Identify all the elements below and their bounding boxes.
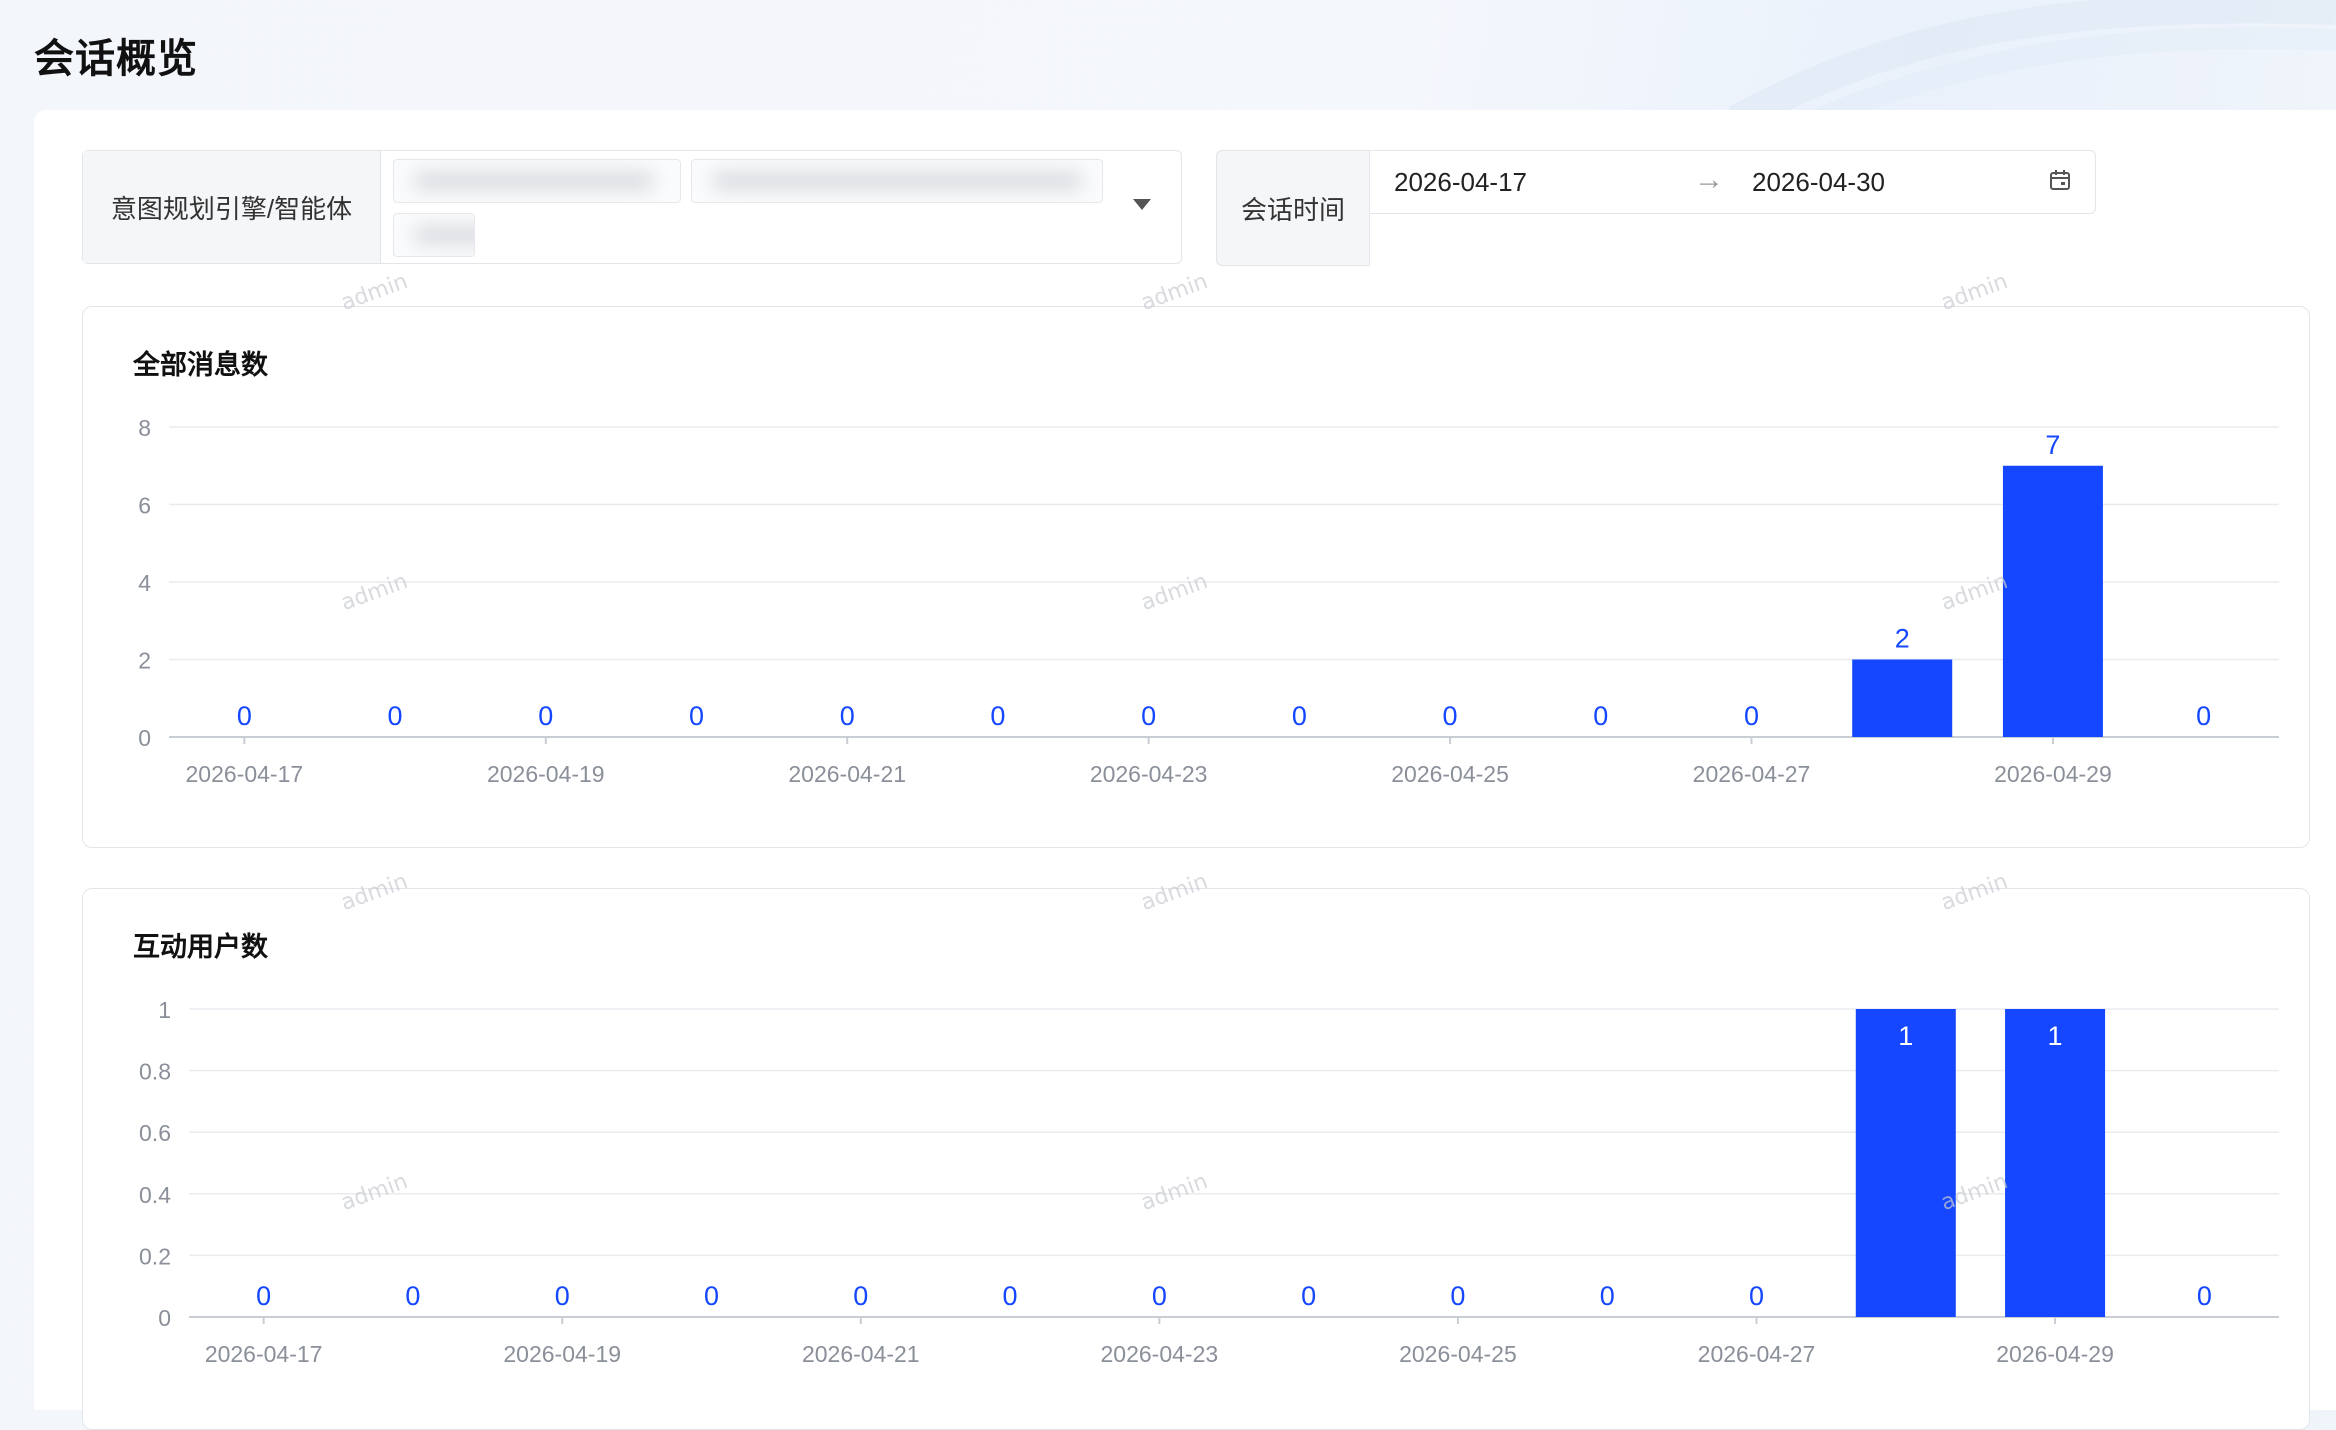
x-tick-label: 2026-04-17: [186, 761, 304, 787]
y-tick-label: 0.4: [139, 1182, 171, 1208]
agent-filter-label: 意图规划引擎/智能体: [83, 151, 381, 263]
y-tick-label: 4: [138, 570, 151, 596]
bar: [1855, 1009, 1956, 1317]
data-label: 0: [1152, 1281, 1167, 1311]
data-label: 0: [388, 701, 403, 731]
x-tick-label: 2026-04-27: [1693, 761, 1811, 787]
agent-filter: 意图规划引擎/智能体: [82, 150, 1182, 264]
data-label: 0: [2197, 1281, 2212, 1311]
y-tick-label: 8: [138, 415, 151, 441]
header-decoration: [1728, 0, 2336, 120]
bar: [2005, 1009, 2106, 1317]
date-range-picker[interactable]: 2026-04-17 → 2026-04-30: [1370, 150, 2096, 214]
range-arrow: →: [1694, 163, 1724, 196]
chart-svg: 0 0.2 0.4 0.6 0.8 1 0 2026-04-17 0 0 2026-04-19 0 0 2…: [139, 997, 2279, 1367]
page-title: 会话概览: [34, 37, 198, 81]
agent-select[interactable]: [381, 151, 1181, 263]
agent-chip[interactable]: [393, 159, 681, 203]
chevron-down-icon[interactable]: [1133, 199, 1151, 210]
y-tick-label: 0.2: [139, 1243, 171, 1269]
data-label: 0: [1292, 701, 1307, 731]
x-tick-label: 2026-04-19: [487, 761, 605, 787]
data-label: 0: [1593, 701, 1608, 731]
data-label: 0: [990, 701, 1005, 731]
data-label: 0: [1744, 701, 1759, 731]
data-label: 0: [1141, 701, 1156, 731]
bar: [2002, 465, 2103, 737]
y-tick-label: 6: [138, 493, 151, 519]
data-label: 1: [1898, 1021, 1913, 1051]
y-tick-label: 2: [138, 648, 151, 674]
data-label: 0: [689, 701, 704, 731]
data-label: 0: [1749, 1281, 1764, 1311]
data-label: 0: [538, 701, 553, 731]
x-tick-label: 2026-04-25: [1391, 761, 1509, 787]
data-label: 0: [840, 701, 855, 731]
x-tick-label: 2026-04-19: [503, 1341, 621, 1367]
x-tick-label: 2026-04-23: [1090, 761, 1208, 787]
y-tick-label: 0: [158, 1305, 171, 1331]
x-tick-label: 2026-04-29: [1994, 761, 2112, 787]
data-label: 0: [1443, 701, 1458, 731]
data-label: 7: [2045, 430, 2060, 460]
data-label: 0: [405, 1281, 420, 1311]
interactive-users-chart: 互动用户数 0 0.2 0.4 0.6 0.8 1 0 2026-04-17 0 0 2026-04…: [82, 888, 2310, 1430]
y-tick-label: 0.6: [139, 1120, 171, 1146]
time-filter: 会话时间 2026-04-17 → 2026-04-30: [1216, 150, 2096, 266]
x-tick-label: 2026-04-29: [1996, 1341, 2114, 1367]
data-label: 1: [2048, 1021, 2063, 1051]
y-tick-label: 1: [158, 997, 171, 1023]
start-date[interactable]: 2026-04-17: [1394, 167, 1527, 198]
agent-chip[interactable]: [393, 213, 475, 257]
data-label: 0: [1450, 1281, 1465, 1311]
data-label: 0: [256, 1281, 271, 1311]
x-tick-label: 2026-04-17: [205, 1341, 323, 1367]
data-label: 0: [555, 1281, 570, 1311]
main-card: 意图规划引擎/智能体 会话时间 2026-04-17 → 2026-04-30 …: [34, 110, 2336, 1430]
x-tick-label: 2026-04-27: [1698, 1341, 1816, 1367]
x-tick-label: 2026-04-25: [1399, 1341, 1517, 1367]
data-label: 0: [704, 1281, 719, 1311]
data-label: 0: [1301, 1281, 1316, 1311]
data-label: 0: [853, 1281, 868, 1311]
calendar-icon[interactable]: [2049, 169, 2071, 191]
x-tick-label: 2026-04-21: [788, 761, 906, 787]
data-label: 0: [1600, 1281, 1615, 1311]
y-tick-label: 0.8: [139, 1059, 171, 1085]
message-count-chart: 全部消息数 0 2 4 6 8 0 2026-04-17 0 0 2026-04-19 0 0 2026…: [82, 306, 2310, 848]
data-label: 0: [237, 701, 252, 731]
chart-svg: 0 2 4 6 8 0 2026-04-17 0 0 2026-04-19 0 0 2026-04-21…: [138, 415, 2279, 787]
y-tick-label: 0: [138, 725, 151, 751]
agent-chip[interactable]: [691, 159, 1103, 203]
x-tick-label: 2026-04-23: [1101, 1341, 1219, 1367]
bar: [1852, 659, 1953, 737]
data-label: 0: [1003, 1281, 1018, 1311]
data-label: 0: [2196, 701, 2211, 731]
end-date[interactable]: 2026-04-30: [1752, 167, 1885, 198]
time-filter-label: 会话时间: [1216, 150, 1370, 266]
data-label: 2: [1895, 624, 1910, 654]
x-tick-label: 2026-04-21: [802, 1341, 920, 1367]
